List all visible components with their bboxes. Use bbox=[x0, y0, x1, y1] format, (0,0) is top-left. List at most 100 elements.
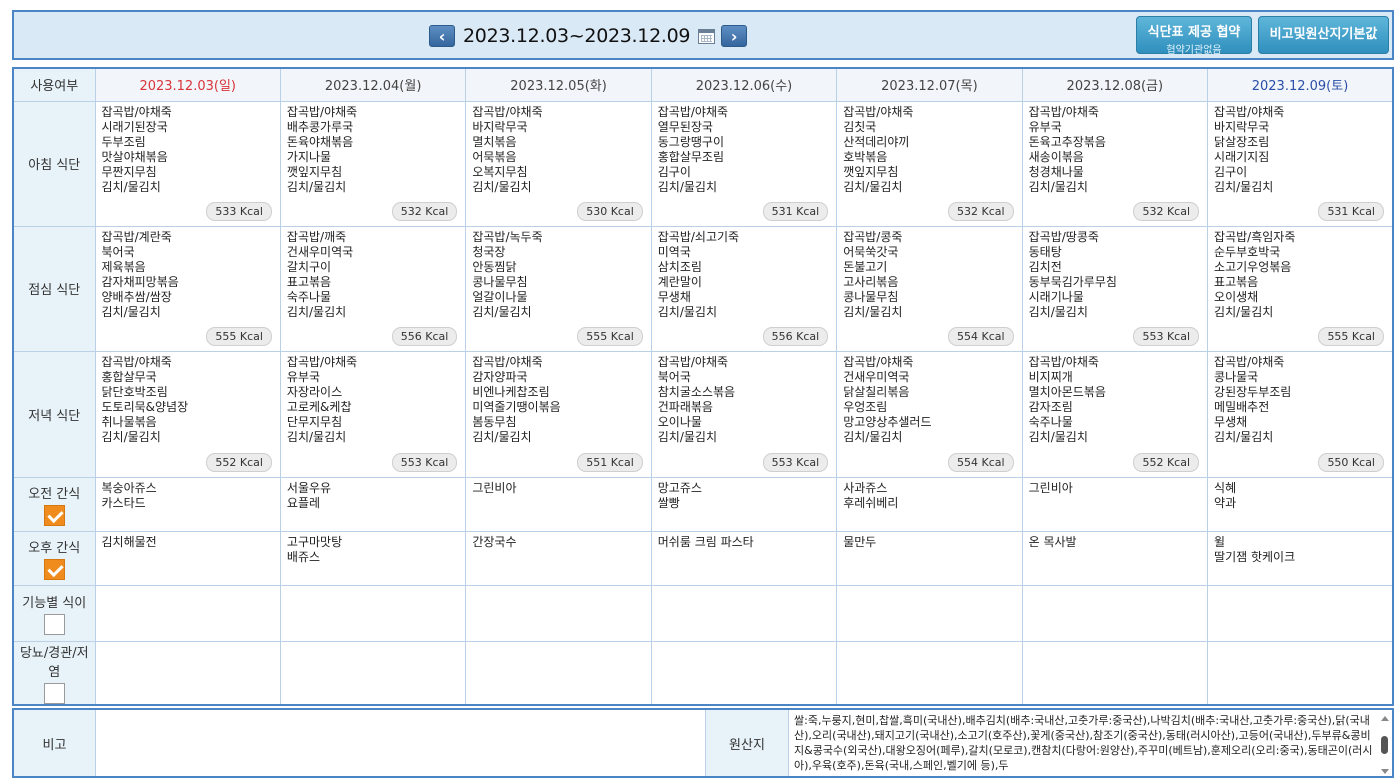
meal-cell[interactable]: 잡곡밥/계란죽 북어국 제육볶음 감자채피망볶음 양배추쌈/쌈장 김치/물김치 555 Kc… bbox=[94, 225, 281, 352]
menu-item: 김치/물김치 bbox=[101, 179, 161, 194]
meal-cell[interactable]: 잡곡밥/녹두죽 청국장 안동찜닭 콩나물무침 얼갈이나물 김치/물김치 555 Kcal bbox=[465, 225, 652, 352]
use-checkbox[interactable] bbox=[43, 558, 65, 580]
menu-item: 닭단호박조림 bbox=[101, 384, 168, 399]
meal-cell[interactable]: 잡곡밥/야채죽 시래기된장국 두부조림 맛살야채볶음 무짠지무침 김치/물김치 533 Kc… bbox=[94, 100, 281, 227]
kcal-badge: 532 Kcal bbox=[948, 201, 1014, 221]
menu-list: 잡곡밥/흑임자죽 순두부호박국 소고기우엉볶음 표고볶음 오이생채 김치/물김치 bbox=[1214, 230, 1386, 320]
menu-item: 잡곡밥/야채죽 bbox=[472, 354, 543, 369]
snack-cell[interactable]: 고구마맛탕 배쥬스 bbox=[279, 530, 467, 586]
menu-item: 멸치볶음 bbox=[472, 134, 517, 149]
snack-cell[interactable] bbox=[94, 640, 281, 705]
meal-cell[interactable]: 잡곡밥/야채죽 감자양파국 비엔나케찹조림 미역줄기땡이볶음 봄동무침 김치/물김치 551… bbox=[465, 350, 652, 478]
note-field[interactable] bbox=[96, 710, 706, 776]
snack-cell[interactable] bbox=[836, 584, 1023, 642]
calendar-icon[interactable] bbox=[698, 28, 716, 44]
menu-item: 돈불고기 bbox=[843, 259, 888, 274]
menu-item: 새송이볶음 bbox=[1028, 149, 1084, 164]
prev-week-button[interactable]: ‹ bbox=[429, 25, 455, 47]
meal-cell[interactable]: 잡곡밥/야채죽 비지찌개 멸치아몬드볶음 감자조림 숙주나물 김치/물김치 552 Kcal bbox=[1021, 350, 1209, 478]
meal-cell[interactable]: 잡곡밥/야채죽 콩나물국 강된장두부조림 메밀배추전 무생채 김치/물김치 550 Kcal bbox=[1207, 350, 1394, 478]
kcal-badge: 556 Kcal bbox=[391, 326, 458, 346]
menu-list: 잡곡밥/야채죽 비지찌개 멸치아몬드볶음 감자조림 숙주나물 김치/물김치 bbox=[1029, 355, 1201, 445]
snack-cell[interactable]: 복숭아쥬스 카스타드 bbox=[94, 476, 281, 532]
snack-cell[interactable]: 그린비아 bbox=[1021, 476, 1209, 532]
meal-cell[interactable]: 잡곡밥/깨죽 건새우미역국 갈치구이 표고볶음 숙주나물 김치/물김치 556 Kcal bbox=[279, 225, 467, 352]
snack-cell[interactable]: 망고쥬스 쌀빵 bbox=[650, 476, 838, 532]
week-navigator: ‹ 2023.12.03~2023.12.09 › bbox=[429, 22, 748, 50]
menu-item: 맛살야채볶음 bbox=[101, 149, 168, 164]
snack-cell[interactable] bbox=[650, 584, 838, 642]
origin-textarea[interactable]: 쌀:죽,누룽지,현미,찹쌀,흑미(국내산),배추김치(배추:국내산,고춧가루:중… bbox=[789, 710, 1392, 776]
snack-cell[interactable]: 간장국수 bbox=[465, 530, 652, 586]
snack-cell[interactable] bbox=[94, 584, 281, 642]
menu-item: 김치/물김치 bbox=[843, 179, 903, 194]
next-week-button[interactable]: › bbox=[721, 25, 748, 47]
meal-cell[interactable]: 잡곡밥/땅콩죽 동태탕 김치전 동부묵김가루무침 시래기나물 김치/물김치 553 Kcal bbox=[1021, 225, 1209, 352]
snack-cell[interactable]: 김치해물전 bbox=[94, 530, 281, 586]
menu-item: 우엉조림 bbox=[843, 399, 888, 414]
snack-cell[interactable] bbox=[1021, 640, 1209, 705]
menu-item: 김치/물김치 bbox=[1214, 429, 1274, 444]
snack-cell[interactable]: 사과쥬스 후레쉬베리 bbox=[836, 476, 1023, 532]
menu-item: 홍합살무조림 bbox=[657, 149, 725, 164]
meal-cell[interactable]: 잡곡밥/야채죽 열무된장국 동그랑땡구이 홍합살무조림 김구이 김치/물김치 531 Kca… bbox=[650, 100, 838, 227]
menu-item: 김칫국 bbox=[843, 119, 877, 134]
snack-cell[interactable]: 서울우유 요플레 bbox=[279, 476, 467, 532]
menu-item: 가지나물 bbox=[286, 149, 332, 164]
meal-cell[interactable]: 잡곡밥/야채죽 북어국 참치굴소스볶음 건파래볶음 오이나물 김치/물김치 553 Kcal bbox=[650, 350, 838, 478]
snack-item: 요플레 bbox=[286, 495, 321, 510]
menu-item: 오이생채 bbox=[1214, 289, 1259, 304]
snack-item: 쌀빵 bbox=[657, 495, 680, 510]
menu-item: 얼갈이나물 bbox=[472, 289, 528, 304]
kcal-badge: 550 Kcal bbox=[1318, 452, 1384, 472]
menu-item: 김치/물김치 bbox=[843, 429, 903, 444]
scroll-up-icon[interactable] bbox=[1381, 716, 1389, 721]
snack-cell[interactable]: 그린비아 bbox=[465, 476, 652, 532]
menu-item: 김치/물김치 bbox=[1214, 179, 1274, 194]
day-header: 2023.12.03(일) bbox=[94, 67, 281, 102]
snack-cell[interactable] bbox=[836, 640, 1023, 705]
meal-cell[interactable]: 잡곡밥/야채죽 김칫국 산적데리야끼 호박볶음 깻잎지무침 김치/물김치 532 Kcal bbox=[836, 100, 1023, 227]
snack-cell[interactable]: 온 목사발 bbox=[1021, 530, 1209, 586]
meal-cell[interactable]: 잡곡밥/야채죽 바지락무국 멸치볶음 어묵볶음 오복지무침 김치/물김치 530 Kcal bbox=[465, 100, 652, 227]
scroll-thumb[interactable] bbox=[1381, 736, 1388, 754]
meal-cell[interactable]: 잡곡밥/야채죽 유부국 돈육고추장볶음 새송이볶음 청경채나물 김치/물김치 532 Kca… bbox=[1021, 100, 1209, 227]
snack-cell[interactable]: 식혜 약과 bbox=[1207, 476, 1394, 532]
meal-cell[interactable]: 잡곡밥/쇠고기죽 미역국 삼치조림 계란말이 무생채 김치/물김치 556 Kcal bbox=[650, 225, 838, 352]
snack-cell[interactable] bbox=[465, 640, 652, 705]
snack-cell[interactable]: 물만두 bbox=[836, 530, 1023, 586]
snack-cell[interactable] bbox=[279, 584, 467, 642]
menu-item: 도토리묵&양념장 bbox=[101, 399, 189, 414]
meal-cell[interactable]: 잡곡밥/야채죽 배추콩가루국 돈육야채볶음 가지나물 깻잎지무침 김치/물김치 532 Kc… bbox=[279, 100, 467, 227]
snack-cell[interactable] bbox=[279, 640, 467, 705]
meal-plan-agreement-button[interactable]: 식단표 제공 협약 협약기관없음 bbox=[1136, 16, 1252, 56]
meal-cell[interactable]: 잡곡밥/야채죽 건새우미역국 닭살칠리볶음 우엉조림 망고양상추샐러드 김치/물김치 554… bbox=[836, 350, 1023, 478]
menu-item: 무생채 bbox=[657, 289, 691, 304]
snack-cell[interactable] bbox=[465, 584, 652, 642]
snack-item: 사과쥬스 bbox=[843, 480, 888, 495]
menu-item: 오이나물 bbox=[657, 414, 702, 429]
snack-cell[interactable]: 윌 딸기잼 핫케이크 bbox=[1207, 530, 1394, 586]
snack-cell[interactable]: 머쉬룸 크림 파스타 bbox=[650, 530, 838, 586]
meal-cell[interactable]: 잡곡밥/흑임자죽 순두부호박국 소고기우엉볶음 표고볶음 오이생채 김치/물김치 555 K… bbox=[1207, 225, 1394, 352]
meal-cell[interactable]: 잡곡밥/야채죽 홍합살무국 닭단호박조림 도토리묵&양념장 취나물볶음 김치/물김치 552… bbox=[94, 350, 281, 478]
meal-cell[interactable]: 잡곡밥/콩죽 어묵쑥갓국 돈불고기 고사리볶음 콩나물무침 김치/물김치 554 Kcal bbox=[836, 225, 1023, 352]
snack-item: 물만두 bbox=[843, 534, 877, 549]
snack-item: 카스타드 bbox=[101, 495, 146, 510]
origin-scrollbar[interactable] bbox=[1379, 714, 1390, 776]
snack-cell[interactable] bbox=[650, 640, 838, 705]
agreement-button-label: 식단표 제공 협약 bbox=[1147, 25, 1241, 40]
snack-cell[interactable] bbox=[1207, 584, 1394, 642]
snack-cell[interactable] bbox=[1207, 640, 1394, 705]
menu-item: 잡곡밥/야채죽 bbox=[101, 354, 172, 369]
meal-cell[interactable]: 잡곡밥/야채죽 유부국 자장라이스 고로케&케찹 단무지무침 김치/물김치 553 Kcal bbox=[279, 350, 467, 478]
use-checkbox[interactable] bbox=[43, 682, 65, 704]
menu-item: 동그랑땡구이 bbox=[657, 134, 725, 149]
use-checkbox[interactable] bbox=[43, 504, 65, 526]
snack-cell[interactable] bbox=[1021, 584, 1209, 642]
use-checkbox[interactable] bbox=[43, 613, 65, 635]
scroll-down-icon[interactable] bbox=[1381, 769, 1389, 774]
menu-item: 콩나물무침 bbox=[843, 289, 899, 304]
meal-cell[interactable]: 잡곡밥/야채죽 바지락무국 닭살장조림 시래기지짐 김구이 김치/물김치 531 Kcal bbox=[1207, 100, 1394, 227]
default-note-origin-button[interactable]: 비고및원산지기본값 bbox=[1258, 16, 1389, 54]
